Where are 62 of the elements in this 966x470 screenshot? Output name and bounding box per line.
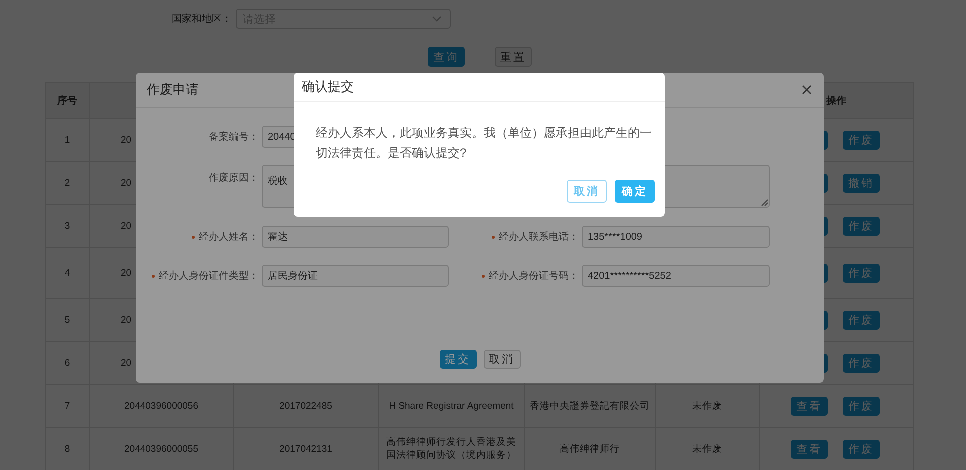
cancel-button[interactable]: 取消 xyxy=(567,180,607,203)
input-field[interactable]: 居民身份证 xyxy=(262,265,449,287)
row-action-button[interactable]: 作废 xyxy=(843,396,880,416)
confirm-message: 经办人系本人，此项业务真实。我（单位）愿承担由此产生的一切法律责任。是否确认提交? xyxy=(316,125,653,162)
table-cell: 3 xyxy=(64,220,70,232)
table-cell: 20 xyxy=(121,220,132,232)
field-label: 作废原因： xyxy=(209,172,259,185)
table-cell: 香港中央證券登記有限公司 xyxy=(530,400,650,412)
input-field[interactable]: 4201**********5252 xyxy=(582,265,770,287)
table-cell: 未作废 xyxy=(692,400,722,412)
table-cell: 2017022485 xyxy=(280,400,332,412)
query-button[interactable]: 查询 xyxy=(428,47,465,67)
submit-button[interactable]: 提交 xyxy=(440,350,476,369)
confirm-button[interactable]: 确定 xyxy=(615,180,655,203)
column-header: 序号 xyxy=(46,83,90,119)
table-cell: 20 xyxy=(121,314,132,326)
table-cell: 20 xyxy=(121,178,132,188)
table-cell: 未作废 xyxy=(692,442,722,456)
table-cell: 8 xyxy=(64,444,70,454)
table-cell: 7 xyxy=(64,400,70,412)
row-action-button[interactable]: 作废 xyxy=(843,440,880,458)
table-cell: 20440396000055 xyxy=(124,444,198,454)
row-action-button[interactable]: 作废 xyxy=(843,354,880,372)
resize-grip-icon[interactable] xyxy=(761,199,768,206)
table-cell: 2 xyxy=(64,178,70,188)
field-label: 经办人联系电话： xyxy=(499,230,579,244)
table-cell: 高伟绅律师行 xyxy=(560,442,620,456)
close-icon[interactable] xyxy=(802,85,812,95)
chevron-down-icon xyxy=(432,16,442,22)
reset-button[interactable]: 重置 xyxy=(495,47,532,67)
required-mark xyxy=(482,274,485,278)
table-cell: 2017042131 xyxy=(280,444,332,454)
filter-label: 国家和地区： xyxy=(172,12,232,26)
table-cell: 1 xyxy=(64,134,70,146)
dialog-title: 作废申请 xyxy=(147,81,199,99)
table-cell: H Share Registrar Agreement xyxy=(389,400,514,412)
row-action-button[interactable]: 作废 xyxy=(843,310,880,330)
input-field[interactable]: 135****1009 xyxy=(582,226,770,248)
row-action-button[interactable]: 作废 xyxy=(843,216,880,236)
table-cell-text: 高伟绅律师行发行人香港及美国法律顾问协议（境内服务） xyxy=(386,436,518,462)
table-cell: 6 xyxy=(64,358,70,368)
row-action-button[interactable]: 查看 xyxy=(791,440,828,458)
field-label: 经办人姓名： xyxy=(199,230,259,244)
row-action-button[interactable]: 作废 xyxy=(843,264,880,282)
required-mark xyxy=(192,236,195,238)
table-cell: 4 xyxy=(64,268,70,278)
table-cell: 20 xyxy=(121,268,132,278)
table-cell: 20 xyxy=(121,134,132,146)
dialog-title: 确认提交 xyxy=(302,78,354,96)
field-label: 备案编号： xyxy=(209,130,259,144)
required-mark xyxy=(492,236,495,238)
cancel-button[interactable]: 取消 xyxy=(484,350,520,369)
row-action-button[interactable]: 撤销 xyxy=(843,174,880,192)
field-label: 经办人身份证件类型： xyxy=(159,270,259,283)
row-action-button[interactable]: 作废 xyxy=(843,130,880,150)
input-field[interactable]: 霍达 xyxy=(262,226,449,248)
table-cell: 5 xyxy=(64,314,70,326)
row-action-button[interactable]: 查看 xyxy=(791,396,828,416)
required-mark xyxy=(152,274,155,278)
table-cell: 20440396000056 xyxy=(124,400,198,412)
field-label: 经办人身份证号码： xyxy=(489,270,579,283)
table-cell: 20 xyxy=(121,358,132,368)
